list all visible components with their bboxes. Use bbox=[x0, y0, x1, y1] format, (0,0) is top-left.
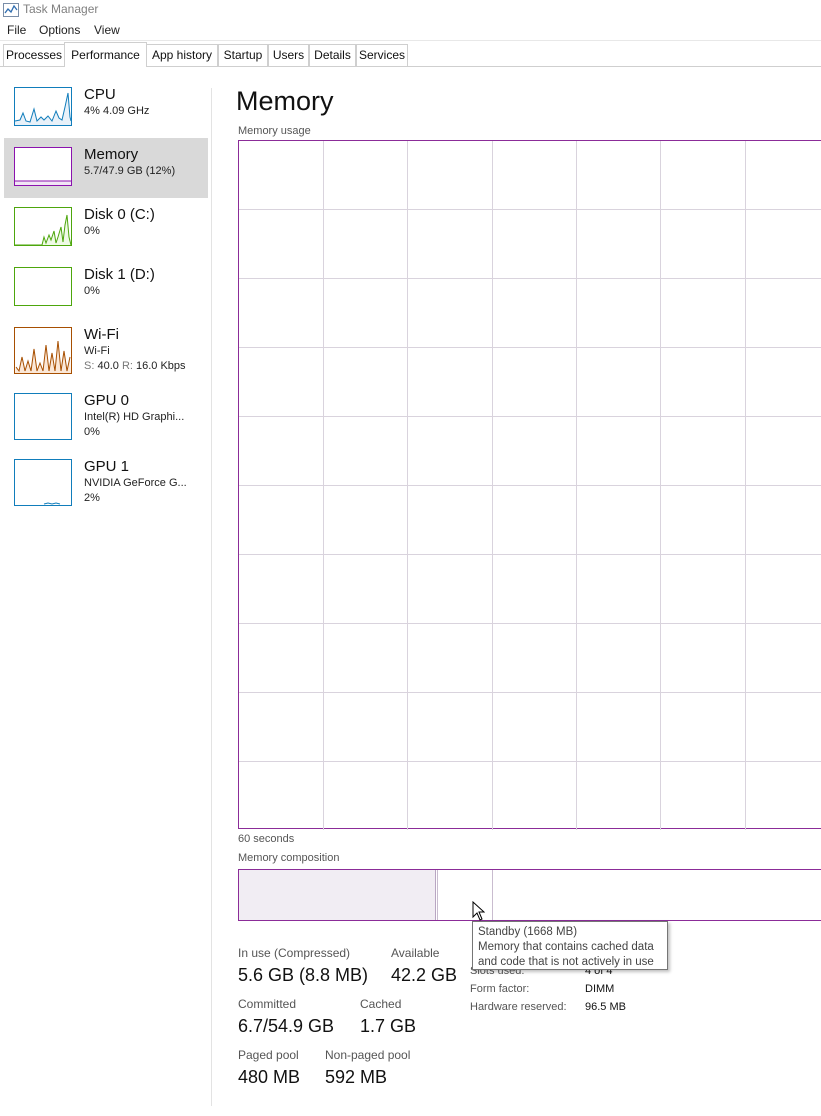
sidebar-item-usage: 0% bbox=[84, 426, 100, 438]
hardware-reserved-label: Hardware reserved: bbox=[470, 1001, 567, 1013]
paged-pool-label: Paged pool bbox=[238, 1048, 299, 1062]
gpu-0-mini-graph bbox=[14, 393, 72, 440]
memory-usage-grid bbox=[239, 141, 821, 830]
tab-bar: Processes Performance App history Startu… bbox=[0, 42, 821, 67]
memory-usage-graph bbox=[238, 140, 821, 830]
sidebar-item-label: Memory bbox=[84, 146, 139, 163]
modified-segment[interactable] bbox=[437, 870, 438, 920]
non-paged-pool-label: Non-paged pool bbox=[325, 1048, 411, 1062]
title-bar: Task Manager bbox=[0, 0, 821, 20]
sidebar-item-label: Disk 1 (D:) bbox=[84, 266, 155, 283]
menu-options[interactable]: Options bbox=[39, 23, 80, 37]
sidebar-item-cpu[interactable]: CPU 4% 4.09 GHz bbox=[4, 80, 208, 136]
form-factor-label: Form factor: bbox=[470, 983, 530, 995]
cpu-mini-graph bbox=[14, 87, 72, 126]
page-title: Memory bbox=[236, 86, 334, 116]
disk-0-mini-graph bbox=[14, 207, 72, 246]
available-label: Available bbox=[391, 946, 440, 960]
task-manager-icon bbox=[3, 3, 19, 17]
sidebar-item-disk-1[interactable]: Disk 1 (D:) 0% bbox=[4, 260, 208, 316]
sidebar-item-detail: NVIDIA GeForce G... bbox=[84, 477, 187, 489]
sidebar-item-wifi[interactable]: Wi-Fi Wi-Fi S: 40.0 R: 16.0 Kbps bbox=[4, 320, 208, 382]
paged-pool-value: 480 MB bbox=[238, 1067, 301, 1087]
cached-label: Cached bbox=[360, 997, 402, 1011]
sidebar-item-detail: Intel(R) HD Graphi... bbox=[84, 411, 185, 423]
sidebar-item-gpu-1[interactable]: GPU 1 NVIDIA GeForce G... 2% bbox=[4, 452, 208, 512]
memory-composition-bar bbox=[238, 869, 821, 921]
memory-usage-label: Memory usage bbox=[238, 125, 311, 137]
menu-bar: File Options View bbox=[0, 20, 821, 41]
time-span-label: 60 seconds bbox=[238, 833, 295, 845]
sidebar-item-label: GPU 0 bbox=[84, 392, 130, 409]
sidebar-item-gpu-0[interactable]: GPU 0 Intel(R) HD Graphi... 0% bbox=[4, 386, 208, 446]
tab-performance[interactable]: Performance bbox=[64, 42, 147, 67]
hardware-reserved-value: 96.5 MB bbox=[585, 1001, 626, 1013]
gpu-1-mini-graph bbox=[14, 459, 72, 506]
cached-value: 1.7 GB bbox=[360, 1016, 417, 1036]
disk-1-mini-graph bbox=[14, 267, 72, 306]
tooltip-line: Memory that contains cached data bbox=[478, 941, 654, 953]
sidebar-item-detail: Wi-Fi bbox=[84, 345, 110, 357]
sidebar-divider bbox=[211, 88, 212, 1106]
sidebar-item-memory[interactable]: Memory 5.7/47.9 GB (12%) bbox=[4, 138, 208, 198]
window-title: Task Manager bbox=[23, 2, 99, 16]
non-paged-pool-value: 592 MB bbox=[325, 1067, 388, 1087]
committed-label: Committed bbox=[238, 997, 297, 1011]
sidebar-item-usage: 2% bbox=[84, 492, 100, 504]
memory-mini-graph bbox=[14, 147, 72, 186]
tab-startup[interactable]: Startup bbox=[218, 44, 268, 66]
sidebar-item-detail: 0% bbox=[84, 225, 100, 237]
committed-value: 6.7/54.9 GB bbox=[238, 1016, 335, 1036]
menu-file[interactable]: File bbox=[7, 23, 26, 37]
wifi-mini-graph bbox=[14, 327, 72, 374]
tab-processes[interactable]: Processes bbox=[3, 44, 65, 66]
sidebar-item-label: Wi-Fi bbox=[84, 326, 119, 343]
tab-users[interactable]: Users bbox=[268, 44, 309, 66]
standby-tooltip: Standby (1668 MB) Memory that contains c… bbox=[472, 921, 668, 970]
tooltip-line: and code that is not actively in use bbox=[478, 956, 654, 968]
menu-view[interactable]: View bbox=[94, 23, 120, 37]
sidebar-item-label: Disk 0 (C:) bbox=[84, 206, 155, 223]
form-factor-value: DIMM bbox=[585, 983, 615, 995]
tooltip-title: Standby (1668 MB) bbox=[478, 926, 578, 938]
sidebar-item-label: GPU 1 bbox=[84, 458, 130, 475]
wifi-throughput: S: 40.0 R: 16.0 Kbps bbox=[84, 360, 186, 372]
sidebar-item-detail: 5.7/47.9 GB (12%) bbox=[84, 165, 176, 177]
in-use-value: 5.6 GB (8.8 MB) bbox=[238, 965, 369, 985]
sidebar-item-detail: 4% 4.09 GHz bbox=[84, 105, 150, 117]
sidebar-item-detail: 0% bbox=[84, 285, 100, 297]
mouse-pointer-icon bbox=[472, 901, 485, 921]
in-use-label: In use (Compressed) bbox=[238, 946, 351, 960]
tab-services[interactable]: Services bbox=[356, 44, 408, 66]
in-use-segment[interactable] bbox=[239, 870, 436, 920]
tab-details[interactable]: Details bbox=[309, 44, 356, 66]
tab-app-history[interactable]: App history bbox=[146, 44, 218, 66]
sidebar-item-disk-0[interactable]: Disk 0 (C:) 0% bbox=[4, 200, 208, 256]
available-value: 42.2 GB bbox=[391, 965, 458, 985]
sidebar-item-label: CPU bbox=[84, 86, 116, 103]
memory-composition-label: Memory composition bbox=[238, 852, 340, 864]
